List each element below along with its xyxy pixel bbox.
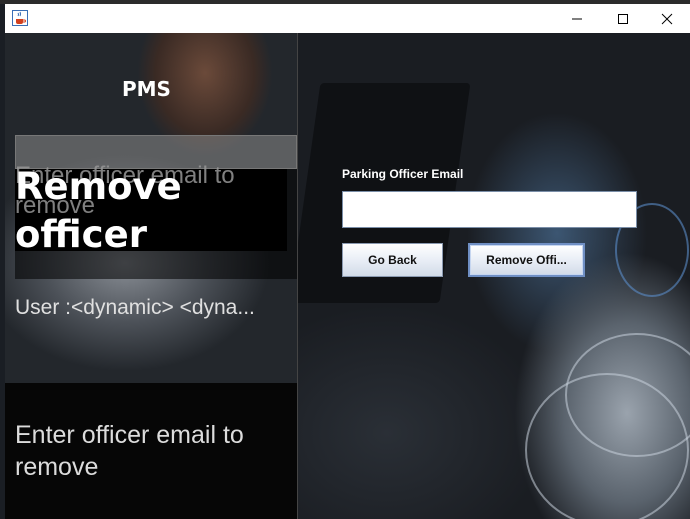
close-button[interactable] xyxy=(644,4,690,33)
maximize-button[interactable] xyxy=(600,4,646,33)
officer-email-field[interactable] xyxy=(342,191,637,228)
go-back-button[interactable]: Go Back xyxy=(342,243,443,277)
background-cable xyxy=(525,373,689,519)
app-name-label: PMS xyxy=(122,77,171,101)
minimize-icon xyxy=(572,18,582,19)
instruction-text: Enter officer email to remove xyxy=(15,421,244,481)
user-info-label: User :<dynamic> <dyna... xyxy=(15,296,255,319)
page-title: Remove officer xyxy=(15,165,182,256)
email-field-label: Parking Officer Email xyxy=(342,167,464,181)
close-icon xyxy=(661,13,673,24)
minimize-button[interactable] xyxy=(554,4,600,33)
window-content: PMS Enter officer email to remove Remove… xyxy=(5,33,690,519)
remove-officer-button[interactable]: Remove Offi... xyxy=(468,243,585,277)
window-titlebar[interactable] xyxy=(5,4,690,33)
left-info-panel: PMS Enter officer email to remove Remove… xyxy=(5,33,298,519)
java-coffee-icon xyxy=(12,10,28,26)
maximize-icon xyxy=(618,13,628,24)
